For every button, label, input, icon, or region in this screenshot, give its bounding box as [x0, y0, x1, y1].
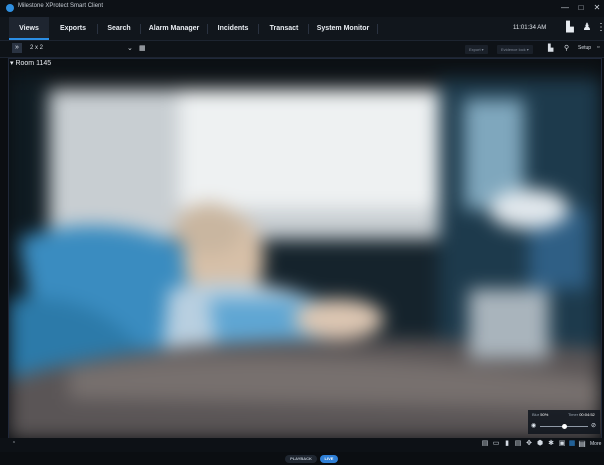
- eye-off-icon: ⊘: [591, 423, 597, 429]
- tab-divider: [97, 24, 98, 34]
- live-button[interactable]: LIVE: [320, 455, 338, 463]
- blur-slider-thumb[interactable]: [562, 424, 567, 429]
- blur-label: Blur 50%: [532, 412, 549, 417]
- maximize-button[interactable]: □: [574, 2, 588, 14]
- eye-icon: ◉: [531, 423, 537, 429]
- blur-value: 50%: [540, 412, 549, 417]
- tab-divider: [140, 24, 141, 34]
- more-button[interactable]: More: [590, 441, 601, 447]
- export-label: Export: [469, 47, 481, 52]
- print-icon[interactable]: ▤: [514, 440, 522, 448]
- camera-name: ▾ Room 1145: [10, 60, 52, 67]
- camera-icon[interactable]: ▭: [492, 440, 500, 448]
- tab-incidents[interactable]: Incidents: [210, 17, 256, 40]
- collapse-icon[interactable]: ⌃: [10, 440, 18, 448]
- timer-label: Timer 00:04:52: [568, 412, 595, 417]
- tab-alarm-manager[interactable]: Alarm Manager: [143, 17, 205, 40]
- tab-system-monitor[interactable]: System Monitor: [311, 17, 375, 40]
- report-icon[interactable]: ▙: [548, 44, 553, 52]
- tab-exports[interactable]: Exports: [52, 17, 94, 40]
- tab-views[interactable]: Views: [9, 17, 49, 40]
- expand-panel-icon[interactable]: »: [12, 43, 22, 53]
- minimize-button[interactable]: —: [558, 2, 572, 14]
- title-bar: Milestone XProtect Smart Client — □ ✕: [0, 0, 604, 18]
- timer-value: 00:04:52: [579, 412, 595, 417]
- close-button[interactable]: ✕: [590, 2, 604, 14]
- evidence-lock-button[interactable]: Evidence lock ▾: [497, 45, 533, 54]
- filter-icon[interactable]: ⚲: [564, 44, 569, 52]
- tab-divider: [308, 24, 309, 34]
- ptz-icon[interactable]: ✥: [525, 440, 533, 448]
- more-menu-icon[interactable]: ⋮: [596, 22, 604, 34]
- export-button[interactable]: Export ▾: [465, 45, 488, 54]
- blurred-video-frame: [9, 59, 601, 439]
- grid-view-icon[interactable]: ▦: [568, 440, 576, 448]
- window-title: Milestone XProtect Smart Client: [18, 3, 104, 9]
- evidence-lock-label: Evidence lock: [501, 47, 526, 52]
- fullscreen-icon[interactable]: ▫: [597, 44, 599, 51]
- tab-divider: [258, 24, 259, 34]
- audio-icon[interactable]: ✱: [547, 440, 555, 448]
- notifications-icon[interactable]: ▙: [564, 22, 576, 34]
- app-logo-icon: [6, 4, 14, 12]
- layout-icon[interactable]: ▤: [481, 440, 489, 448]
- layout-grid-icon[interactable]: ▦: [139, 44, 146, 52]
- clock-time: 11:01:34 AM: [513, 25, 547, 31]
- camera-name-text: Room 1145: [15, 60, 52, 67]
- user-status-icon[interactable]: ♟: [581, 22, 593, 34]
- layout-chevron-down-icon[interactable]: ⌄: [127, 44, 133, 52]
- tab-divider: [207, 24, 208, 34]
- main-nav: Views Exports Search Alarm Manager Incid…: [0, 17, 604, 41]
- layout-selector[interactable]: 2 x 2: [30, 45, 43, 51]
- setup-button[interactable]: Setup: [578, 45, 591, 51]
- tab-transact[interactable]: Transact: [261, 17, 307, 40]
- snapshot-icon[interactable]: ▣: [558, 440, 566, 448]
- playback-button[interactable]: PLAYBACK: [285, 455, 317, 463]
- bookmark-icon[interactable]: ▮: [503, 440, 511, 448]
- lock-icon[interactable]: ⬢: [536, 440, 544, 448]
- camera-video-tile[interactable]: [8, 58, 602, 440]
- privacy-overlay-panel: Blur 50% Timer 00:04:52 ◉ ⊘: [528, 410, 600, 434]
- tab-search[interactable]: Search: [100, 17, 138, 40]
- tab-divider: [377, 24, 378, 34]
- settings-icon[interactable]: ▤: [578, 440, 586, 448]
